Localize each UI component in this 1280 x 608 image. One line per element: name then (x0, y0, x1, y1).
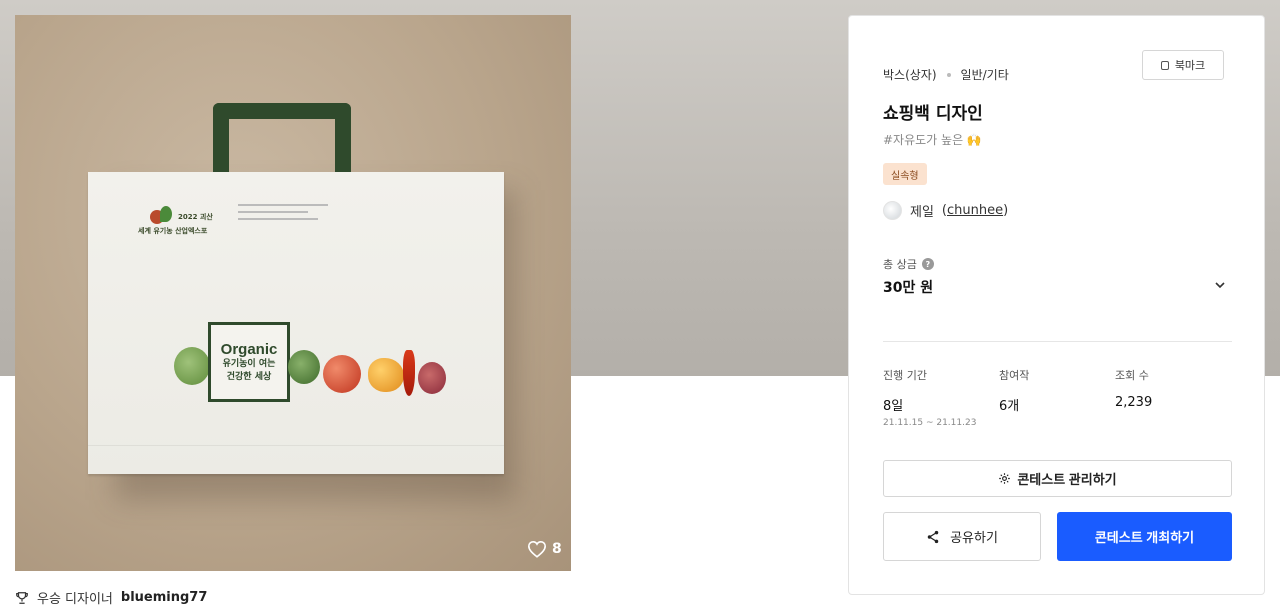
separator-dot (946, 72, 951, 77)
stat-views: 조회 수 2,239 (1115, 367, 1152, 410)
type-badge: 실속형 (883, 163, 927, 185)
stat-period: 진행 기간 8일 21.11.15 ~ 21.11.23 (883, 367, 976, 428)
entries-value: 6개 (999, 399, 1020, 414)
category-sub[interactable]: 일반/기타 (961, 66, 1009, 83)
host-contest-label: 콘테스트 개최하기 (1094, 530, 1195, 545)
shopping-bag: 2022 괴산 세계 유기농 산업엑스포 Organic 유기농이 여는 건강한… (88, 172, 504, 474)
help-icon[interactable]: ? (921, 258, 934, 270)
host-id-wrap: (chunhee) (941, 203, 1009, 218)
bookmark-button[interactable]: 북마크 (1142, 50, 1224, 80)
divider (883, 341, 1232, 342)
onion-illustration (418, 362, 446, 394)
host-contest-button[interactable]: 콘테스트 개최하기 (1057, 512, 1232, 561)
entries-label: 참여작 (999, 369, 1030, 382)
winner-line: 우승 디자이너 blueming77 (15, 588, 207, 607)
broccoli-illustration-2 (288, 350, 320, 384)
views-value: 2,239 (1115, 395, 1153, 410)
logo-text: 세계 유기농 산업엑스포 (138, 227, 208, 235)
chili-illustration (403, 350, 415, 396)
likes-count: 8 (552, 541, 562, 557)
category-main[interactable]: 박스(상자) (883, 66, 937, 83)
winner-name[interactable]: blueming77 (121, 590, 208, 605)
period-range: 21.11.15 ~ 21.11.23 (883, 418, 977, 428)
share-icon (926, 530, 940, 544)
organic-sub-2: 건강한 세상 (226, 371, 272, 382)
pepper-illustration (368, 358, 404, 392)
manage-contest-button[interactable]: 콘테스트 관리하기 (883, 460, 1232, 497)
stat-entries: 참여작 6개 (999, 367, 1029, 414)
host-name: 제일 (910, 205, 934, 220)
logo-year: 2022 괴산 (178, 213, 213, 221)
contest-info-card: 박스(상자) 일반/기타 북마크 쇼핑백 디자인 #자유도가 높은 🙌 실속형 … (848, 15, 1265, 595)
chevron-down-icon[interactable] (1213, 278, 1227, 292)
prize-label-text: 총 상금 (883, 258, 917, 271)
tomato-illustration (323, 355, 361, 393)
host-info: 제일 (chunhee) (883, 201, 1008, 220)
bookmark-label: 북마크 (1174, 60, 1206, 72)
host-avatar (883, 201, 902, 220)
trophy-icon (15, 591, 29, 605)
category-breadcrumb: 박스(상자) 일반/기타 (883, 66, 1009, 83)
views-label: 조회 수 (1115, 369, 1149, 382)
share-button[interactable]: 공유하기 (883, 512, 1041, 561)
heart-icon (527, 540, 547, 558)
period-label: 진행 기간 (883, 369, 927, 382)
broccoli-illustration (174, 347, 210, 385)
prize-label: 총 상금 ? (883, 256, 934, 272)
organic-title: Organic (220, 340, 278, 358)
contest-tagline: #자유도가 높은 🙌 (883, 133, 982, 147)
period-value: 8일 (883, 399, 904, 414)
like-button[interactable]: 8 (527, 540, 562, 558)
manage-label: 콘테스트 관리하기 (1017, 472, 1117, 487)
contest-title: 쇼핑백 디자인 (883, 104, 983, 124)
prize-value: 30만 원 (883, 280, 934, 296)
host-id-link[interactable]: chunhee (947, 203, 1003, 218)
product-image[interactable]: 2022 괴산 세계 유기농 산업엑스포 Organic 유기농이 여는 건강한… (15, 15, 571, 571)
bag-fold (88, 445, 504, 446)
winner-label: 우승 디자이너 (37, 592, 113, 607)
share-label: 공유하기 (950, 530, 998, 545)
expo-logo: 2022 괴산 세계 유기농 산업엑스포 (138, 202, 238, 244)
organic-sub-1: 유기농이 여는 (222, 358, 276, 369)
organic-box: Organic 유기농이 여는 건강한 세상 (208, 322, 290, 402)
bookmark-icon (1160, 60, 1169, 70)
gear-icon (998, 472, 1011, 485)
bag-info-lines (238, 204, 338, 225)
